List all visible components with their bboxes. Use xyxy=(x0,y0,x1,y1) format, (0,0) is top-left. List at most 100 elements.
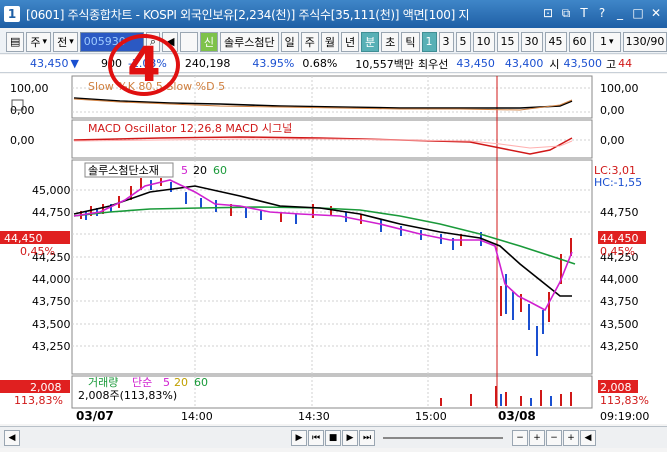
current-pct-right: 0,45% xyxy=(600,245,635,258)
volume-ma5: 5 xyxy=(163,376,170,389)
info-bar: 43,450 ▼ 900 -2.03% 240,198 43.95% 0.68%… xyxy=(0,55,667,73)
chart-area[interactable]: Slow %K 80.5 Slow %D 5 100,00 0,00 100,0… xyxy=(0,74,667,424)
tick-right: 44,000 xyxy=(600,273,639,286)
tick-left: 43,750 xyxy=(32,295,71,308)
interval-60-button[interactable]: 60 xyxy=(568,31,591,52)
annotation-circle: 4 xyxy=(108,34,180,96)
minute-button[interactable]: 분 xyxy=(361,31,380,52)
interval-5-button[interactable]: 5 xyxy=(455,31,471,52)
scroll-left-icon[interactable]: ◀ xyxy=(4,429,20,446)
window-controls: ⊡ ⧉ T ? _ □ ✕ xyxy=(541,5,663,21)
stoch-bottom-right: 0,00 xyxy=(600,104,625,117)
window-number-badge: 1 xyxy=(4,6,20,22)
pin-icon[interactable]: T xyxy=(577,5,591,21)
unit-select[interactable]: 1 xyxy=(592,31,621,52)
x-label: 14:00 xyxy=(181,410,213,423)
interval-30-button[interactable]: 30 xyxy=(520,31,543,52)
x-label: 14:30 xyxy=(298,410,330,423)
week-button[interactable]: 주 xyxy=(300,31,319,52)
price-type-select[interactable]: 전 xyxy=(53,31,78,52)
tick-left: 43,500 xyxy=(32,318,71,331)
ask-price: 43,400 xyxy=(504,57,544,70)
count-input[interactable]: 130/90 xyxy=(623,31,667,52)
interval-15-button[interactable]: 15 xyxy=(496,31,519,52)
x-label: 03/08 xyxy=(498,409,536,423)
tick-left: 45,000 xyxy=(32,184,71,197)
next-icon[interactable]: ▶ xyxy=(342,429,358,446)
toolbar: ▤ 주 전 005930 ⌕ ◀ 신 솔루스첨단 일 주 월 년 분 초 틱 1… xyxy=(0,30,667,54)
current-price: 43,450 xyxy=(30,57,69,70)
volume-value-right: 2,008 xyxy=(600,381,632,394)
tick-right: 43,250 xyxy=(600,340,639,353)
tick-right: 43,750 xyxy=(600,295,639,308)
stock-name-button[interactable]: 솔루스첨단 xyxy=(220,31,279,52)
scroll-bar[interactable]: ◀ ▶ ⏮ ■ ▶ ⏭ − + − + ◀ xyxy=(0,426,667,448)
month-button[interactable]: 월 xyxy=(320,31,340,52)
chart-svg[interactable]: Slow %K 80.5 Slow %D 5 100,00 0,00 100,0… xyxy=(0,74,667,424)
tick-right: 44,750 xyxy=(600,206,639,219)
volume-ma-label: 단순 xyxy=(132,376,152,389)
current-pct-left: 0,45% xyxy=(20,245,55,258)
tick-left: 43,250 xyxy=(32,340,71,353)
last-icon[interactable]: ⏭ xyxy=(359,429,375,446)
x-label: 15:00 xyxy=(415,410,447,423)
scroll-right-icon[interactable]: ▶ xyxy=(291,429,307,446)
volume-detail: 2,008주(113,83%) xyxy=(78,389,177,402)
open-label: 시 xyxy=(549,57,560,71)
macd-label: MACD Oscillator 12,26,8 MACD 시그널 xyxy=(88,122,292,135)
tick-left: 44,750 xyxy=(32,206,71,219)
rate-value: 0.68% xyxy=(302,57,338,70)
zoom-slider[interactable] xyxy=(383,436,503,439)
interval-3-button[interactable]: 3 xyxy=(438,31,454,52)
price-ticks-left: 45,000 44,750 44,250 44,000 43,750 43,50… xyxy=(32,184,71,353)
high-price: 44 xyxy=(618,57,633,70)
day-button[interactable]: 일 xyxy=(280,31,299,52)
tick-button[interactable]: 틱 xyxy=(401,31,420,52)
ma20-label: 20 xyxy=(193,164,207,177)
spacer-icon xyxy=(180,31,198,52)
menu-icon[interactable]: ▤ xyxy=(6,31,25,52)
amount-value: 10,557백만 xyxy=(355,57,415,71)
second-button[interactable]: 초 xyxy=(381,31,400,52)
volume-ma20: 20 xyxy=(174,376,188,389)
reset-icon[interactable]: − xyxy=(546,429,562,446)
close-icon[interactable]: ✕ xyxy=(649,5,663,21)
pause-icon[interactable]: ■ xyxy=(325,429,341,446)
maximize-icon[interactable]: □ xyxy=(631,5,645,21)
zoom-in-icon[interactable]: + xyxy=(529,429,545,446)
fit-icon[interactable]: ◀ xyxy=(580,429,596,446)
minimize-icon[interactable]: _ xyxy=(613,5,627,21)
zoom-out-icon[interactable]: − xyxy=(512,429,528,446)
tick-right: 43,500 xyxy=(600,318,639,331)
title-bar: 1 [0601] 주식종합차트 - KOSPI 외국인보유[2,234(천)] … xyxy=(0,0,667,28)
ma60-label: 60 xyxy=(213,164,227,177)
link-icon[interactable]: ⧉ xyxy=(559,5,573,21)
interval-10-button[interactable]: 10 xyxy=(472,31,495,52)
volume-value: 240,198 xyxy=(184,57,231,70)
interval-1-button[interactable]: 1 xyxy=(421,31,437,52)
help-icon[interactable]: ? xyxy=(595,5,609,21)
interval-45-button[interactable]: 45 xyxy=(544,31,567,52)
price-label: 솔루스첨단소재 xyxy=(88,164,159,177)
type-select[interactable]: 주 xyxy=(26,31,52,52)
current-price-right: 44,450 xyxy=(600,232,639,245)
open-price: 43,500 xyxy=(563,57,603,70)
lock-icon[interactable]: ⊡ xyxy=(541,5,555,21)
year-button[interactable]: 년 xyxy=(341,31,360,52)
volume-value-left: 2,008 xyxy=(30,381,62,394)
x-label: 03/07 xyxy=(76,409,114,423)
add-icon[interactable]: + xyxy=(563,429,579,446)
macd-zero-left: 0,00 xyxy=(10,134,35,147)
stoch-top-right: 100,00 xyxy=(600,82,639,95)
first-icon[interactable]: ⏮ xyxy=(308,429,324,446)
tick-left: 44,000 xyxy=(32,273,71,286)
chart-window: 1 [0601] 주식종합차트 - KOSPI 외국인보유[2,234(천)] … xyxy=(0,0,667,452)
price-ticks-right: 44,750 44,250 44,000 43,750 43,500 43,25… xyxy=(600,206,639,353)
ma5-label: 5 xyxy=(181,164,188,177)
down-arrow-icon: ▼ xyxy=(70,57,79,70)
time-label: 09:19:00 xyxy=(600,410,649,423)
high-label: 고 xyxy=(606,57,617,71)
new-button[interactable]: 신 xyxy=(199,31,219,52)
current-price-left: 44,450 xyxy=(4,232,43,245)
volume-ma60: 60 xyxy=(194,376,208,389)
